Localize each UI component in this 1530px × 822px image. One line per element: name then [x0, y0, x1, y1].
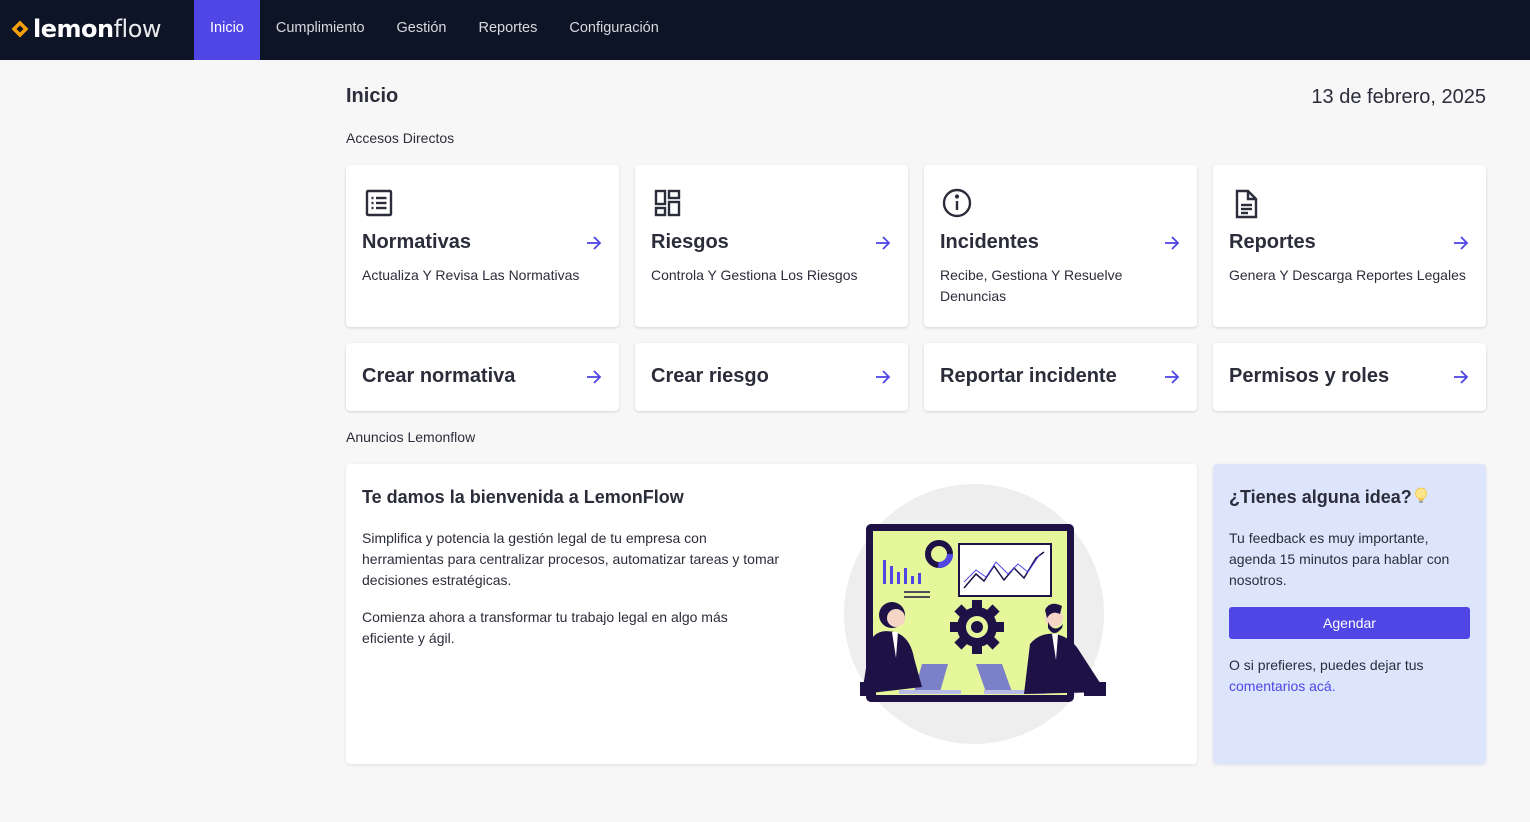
quick-action-reportar-incidente[interactable]: Reportar incidente [924, 343, 1197, 411]
quick-action-crear-riesgo[interactable]: Crear riesgo [635, 343, 908, 411]
lightbulb-icon [1414, 487, 1427, 503]
card-description: Genera Y Descarga Reportes Legales [1229, 267, 1466, 283]
shortcut-card-normativas[interactable]: Normativas Actualiza Y Revisa Las Normat… [346, 165, 619, 327]
quick-action-permisos-roles[interactable]: Permisos y roles [1213, 343, 1486, 411]
nav-item-cumplimiento[interactable]: Cumplimiento [260, 0, 381, 60]
top-navbar: lemonflow Inicio Cumplimiento Gestión Re… [0, 0, 1530, 60]
arrow-right-icon[interactable] [1452, 234, 1470, 252]
arrow-right-icon[interactable] [874, 234, 892, 252]
nav-item-reportes[interactable]: Reportes [463, 0, 554, 60]
card-description: Controla Y Gestiona Los Riesgos [651, 267, 858, 283]
feedback-alt-label: O si prefieres, puedes dejar tus [1229, 657, 1424, 673]
announcements-label: Anuncios Lemonflow [346, 429, 476, 445]
logo-text-light: flow [113, 15, 162, 43]
info-icon [942, 188, 972, 218]
quick-action-label: Crear riesgo [651, 365, 769, 387]
feedback-card: ¿Tienes alguna idea? Tu feedback es muy … [1213, 464, 1486, 764]
arrow-right-icon[interactable] [1452, 368, 1470, 386]
welcome-title: Te damos la bienvenida a LemonFlow [362, 487, 684, 507]
main-nav: Inicio Cumplimiento Gestión Reportes Con… [194, 0, 675, 60]
shortcut-card-incidentes[interactable]: Incidentes Recibe, Gestiona Y Resuelve D… [924, 165, 1197, 327]
welcome-paragraph-2: Comienza ahora a transformar tu trabajo … [362, 609, 728, 646]
current-date: 13 de febrero, 2025 [1311, 86, 1486, 108]
feedback-alt-text: O si prefieres, puedes dejar tus comenta… [1229, 655, 1474, 697]
feedback-title: ¿Tienes alguna idea? [1229, 487, 1428, 508]
feedback-title-text: ¿Tienes alguna idea? [1229, 487, 1412, 507]
card-title: Reportes [1229, 231, 1316, 253]
shortcut-card-riesgos[interactable]: Riesgos Controla Y Gestiona Los Riesgos [635, 165, 908, 327]
quick-action-label: Crear normativa [362, 365, 516, 387]
arrow-right-icon[interactable] [1163, 234, 1181, 252]
quick-action-label: Reportar incidente [940, 365, 1117, 387]
arrow-right-icon[interactable] [874, 368, 892, 386]
nav-item-inicio[interactable]: Inicio [194, 0, 260, 60]
arrow-right-icon[interactable] [1163, 368, 1181, 386]
card-title: Incidentes [940, 231, 1039, 253]
card-description: Recibe, Gestiona Y Resuelve Denuncias [940, 267, 1123, 304]
card-title: Normativas [362, 231, 471, 253]
arrow-right-icon[interactable] [585, 234, 603, 252]
document-icon [1235, 189, 1258, 219]
quick-action-label: Permisos y roles [1229, 365, 1390, 387]
list-icon [365, 189, 393, 217]
welcome-paragraph-1: Simplifica y potencia la gestión legal d… [362, 530, 780, 588]
lemonflow-logo[interactable]: lemonflow [11, 15, 162, 43]
logo-text-bold: lemon [33, 15, 114, 43]
welcome-card: Te damos la bienvenida a LemonFlow Simpl… [346, 464, 1197, 764]
comentarios-link[interactable]: comentarios acá. [1229, 678, 1336, 694]
shortcut-card-reportes[interactable]: Reportes Genera Y Descarga Reportes Lega… [1213, 165, 1486, 327]
nav-item-configuracion[interactable]: Configuración [553, 0, 674, 60]
agendar-button[interactable]: Agendar [1229, 607, 1470, 639]
lemonflow-logo-icon [11, 20, 29, 38]
team-dashboard-illustration [844, 484, 1106, 744]
card-title: Riesgos [651, 231, 729, 253]
arrow-right-icon[interactable] [585, 368, 603, 386]
card-description: Actualiza Y Revisa Las Normativas [362, 267, 580, 283]
page-title: Inicio [346, 85, 399, 107]
dashboard-icon [654, 189, 681, 217]
shortcuts-label: Accesos Directos [346, 130, 455, 146]
quick-action-crear-normativa[interactable]: Crear normativa [346, 343, 619, 411]
nav-item-gestion[interactable]: Gestión [381, 0, 463, 60]
feedback-text: Tu feedback es muy importante, agenda 15… [1229, 530, 1450, 588]
